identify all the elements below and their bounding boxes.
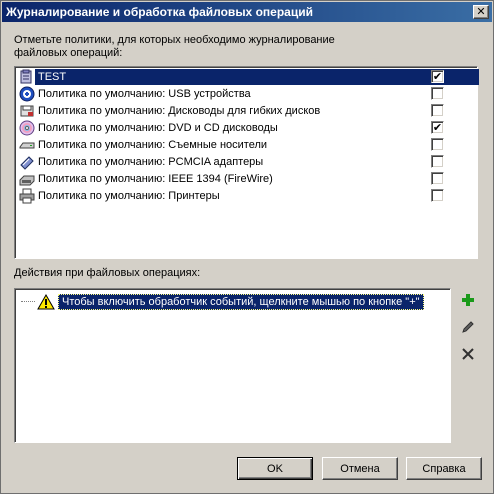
dialog-window: Журналирование и обработка файловых опер… — [0, 0, 494, 494]
policy-checkbox[interactable] — [431, 104, 444, 117]
printer-icon — [19, 188, 35, 204]
policy-row-floppy[interactable]: Политика по умолчанию: Дисководы для гиб… — [19, 103, 459, 119]
policy-checkbox[interactable] — [431, 189, 444, 202]
add-action-button[interactable] — [458, 291, 478, 311]
policy-row-firewire[interactable]: Политика по умолчанию: IEEE 1394 (FireWi… — [19, 171, 459, 187]
policy-row-removable[interactable]: Политика по умолчанию: Съемные носители — [19, 137, 459, 153]
policy-row-printer[interactable]: Политика по умолчанию: Принтеры — [19, 188, 459, 204]
policies-label: Отметьте политики, для которых необходим… — [14, 34, 335, 59]
pcmcia-icon — [19, 154, 35, 170]
action-hint-text: Чтобы включить обработчик событий, щелкн… — [58, 294, 424, 310]
policy-checkbox[interactable] — [431, 87, 444, 100]
cd-dvd-icon — [19, 120, 35, 136]
test-policy-icon — [19, 69, 35, 85]
policy-checkbox[interactable] — [431, 172, 444, 185]
firewire-icon — [19, 171, 35, 187]
help-button[interactable]: Справка — [406, 457, 482, 480]
delete-icon — [461, 347, 475, 364]
ok-button[interactable]: OK — [237, 457, 313, 480]
edit-action-button[interactable] — [458, 318, 478, 338]
removable-drive-icon — [19, 137, 35, 153]
policy-label: Политика по умолчанию: Дисководы для гиб… — [38, 105, 321, 117]
title-bar[interactable]: Журналирование и обработка файловых опер… — [2, 2, 492, 22]
window-title: Журналирование и обработка файловых опер… — [6, 5, 313, 19]
policy-checkbox[interactable]: ✔ — [431, 70, 444, 83]
close-button[interactable]: ✕ — [473, 5, 489, 19]
tree-connector — [21, 301, 35, 303]
policy-label: TEST — [38, 71, 67, 83]
policy-row-test[interactable]: TEST ✔ — [19, 69, 479, 85]
policy-checkbox[interactable] — [431, 138, 444, 151]
warning-icon — [37, 293, 55, 310]
policy-label: Политика по умолчанию: Съемные носители — [38, 139, 268, 151]
policy-label: Политика по умолчанию: USB устройства — [38, 88, 251, 100]
actions-tree[interactable]: Чтобы включить обработчик событий, щелкн… — [14, 288, 451, 443]
usb-icon — [19, 86, 35, 102]
policy-label: Политика по умолчанию: DVD и CD дисковод… — [38, 122, 278, 134]
delete-action-button[interactable] — [458, 345, 478, 365]
actions-label: Действия при файловых операциях: — [14, 267, 201, 279]
policy-checkbox[interactable] — [431, 155, 444, 168]
policy-row-usb[interactable]: Политика по умолчанию: USB устройства — [19, 86, 459, 102]
pencil-icon — [461, 320, 475, 337]
policy-row-pcmcia[interactable]: Политика по умолчанию: PCMCIA адаптеры — [19, 154, 459, 170]
policy-label: Политика по умолчанию: IEEE 1394 (FireWi… — [38, 173, 273, 185]
close-icon: ✕ — [476, 5, 486, 18]
policy-checkbox[interactable]: ✔ — [431, 121, 444, 134]
floppy-icon — [19, 103, 35, 119]
policy-row-cd-dvd[interactable]: Политика по умолчанию: DVD и CD дисковод… — [19, 120, 459, 136]
cancel-button[interactable]: Отмена — [322, 457, 398, 480]
policy-list[interactable]: TEST ✔ Политика по умолчанию: USB устрой… — [14, 66, 479, 259]
action-hint-item[interactable]: Чтобы включить обработчик событий, щелкн… — [21, 293, 424, 311]
policy-label: Политика по умолчанию: PCMCIA адаптеры — [38, 156, 264, 168]
policy-label: Политика по умолчанию: Принтеры — [38, 190, 220, 202]
plus-icon — [461, 293, 475, 310]
